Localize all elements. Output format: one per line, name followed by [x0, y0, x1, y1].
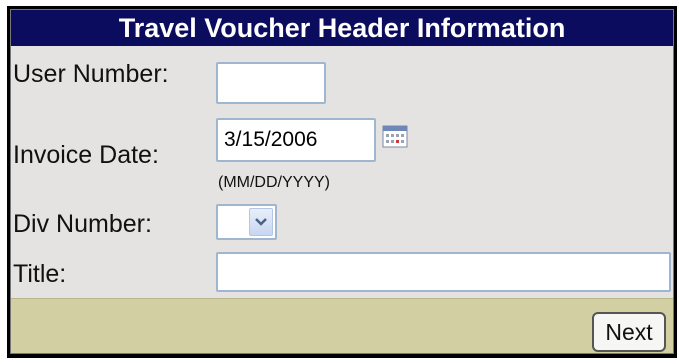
div-number-label: Div Number: [13, 210, 152, 238]
chevron-down-icon [255, 218, 267, 226]
travel-voucher-panel: Travel Voucher Header Information User N… [10, 9, 674, 354]
invoice-date-input[interactable] [216, 118, 376, 162]
calendar-icon[interactable] [382, 124, 409, 149]
form-footer: Next [11, 298, 673, 353]
date-format-hint: (MM/DD/YYYY) [218, 174, 330, 191]
title-input[interactable] [216, 252, 671, 292]
dropdown-button[interactable] [249, 208, 273, 236]
panel-title: Travel Voucher Header Information [11, 10, 673, 46]
next-button[interactable]: Next [592, 312, 666, 352]
title-label: Title: [13, 260, 67, 288]
user-number-input[interactable] [216, 62, 326, 104]
user-number-label: User Number: [13, 60, 169, 88]
div-number-select[interactable] [216, 204, 277, 240]
invoice-date-label: Invoice Date: [13, 141, 159, 169]
